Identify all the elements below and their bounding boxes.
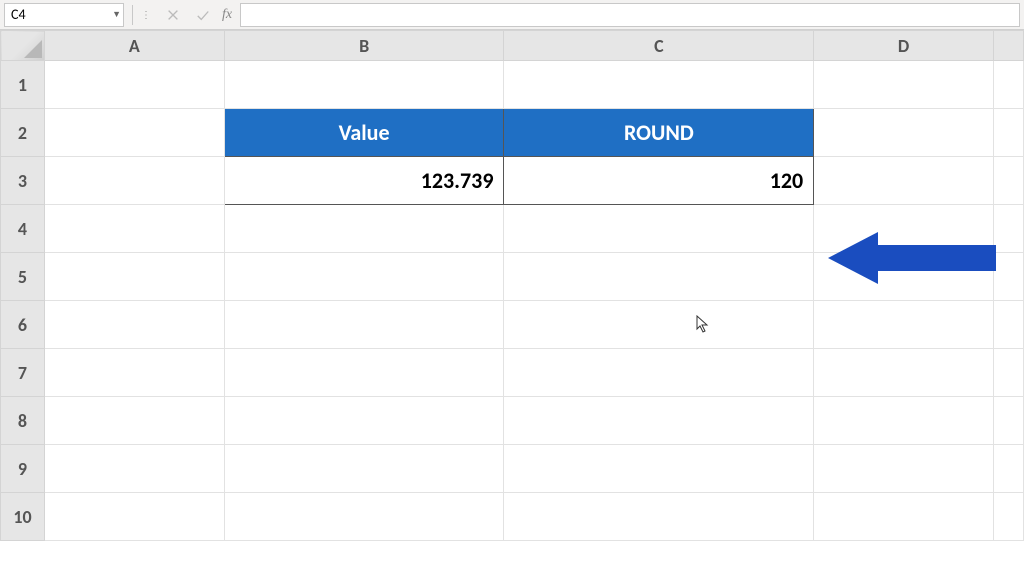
cell-E4[interactable] xyxy=(993,205,1023,253)
cell-D9[interactable] xyxy=(814,445,994,493)
check-icon xyxy=(196,8,210,22)
cell-D6[interactable] xyxy=(814,301,994,349)
col-header-B[interactable]: B xyxy=(224,31,504,61)
cell-E5[interactable] xyxy=(993,253,1023,301)
col-header-C[interactable]: C xyxy=(504,31,814,61)
cell-D2[interactable] xyxy=(814,109,994,157)
col-header-E[interactable] xyxy=(993,31,1023,61)
cell-E2[interactable] xyxy=(993,109,1023,157)
x-icon xyxy=(166,8,180,22)
cell-D8[interactable] xyxy=(814,397,994,445)
cell-A6[interactable] xyxy=(44,301,224,349)
cancel-button[interactable] xyxy=(160,3,186,27)
cell-C5[interactable] xyxy=(504,253,814,301)
callout-arrow xyxy=(828,232,988,284)
formula-input[interactable] xyxy=(241,4,1019,26)
cell-C4[interactable] xyxy=(504,205,814,253)
cell-B5[interactable] xyxy=(224,253,504,301)
name-box-value: C4 xyxy=(11,6,26,23)
col-header-D[interactable]: D xyxy=(814,31,994,61)
cell-B9[interactable] xyxy=(224,445,504,493)
cell-A2[interactable] xyxy=(44,109,224,157)
cell-D10[interactable] xyxy=(814,493,994,541)
row-header-8[interactable]: 8 xyxy=(1,397,45,445)
cell-B3[interactable]: 123.739 xyxy=(224,157,504,205)
name-box[interactable]: C4 ▼ xyxy=(4,3,124,27)
cell-E8[interactable] xyxy=(993,397,1023,445)
cell-A4[interactable] xyxy=(44,205,224,253)
cell-C6[interactable] xyxy=(504,301,814,349)
cell-B2[interactable]: Value xyxy=(224,109,504,157)
cell-E1[interactable] xyxy=(993,61,1023,109)
name-box-dropdown-icon[interactable]: ▼ xyxy=(112,9,121,20)
cell-B6[interactable] xyxy=(224,301,504,349)
cell-D3[interactable] xyxy=(814,157,994,205)
col-header-A[interactable]: A xyxy=(44,31,224,61)
formula-input-wrap xyxy=(240,3,1020,27)
spreadsheet-grid[interactable]: A B C D 1 2 Value ROUND 3 123.739 120 xyxy=(0,30,1024,541)
cell-B4[interactable] xyxy=(224,205,504,253)
cell-A10[interactable] xyxy=(44,493,224,541)
fx-label[interactable]: fx xyxy=(222,7,232,23)
cell-C8[interactable] xyxy=(504,397,814,445)
row-header-5[interactable]: 5 xyxy=(1,253,45,301)
arrow-left-icon xyxy=(828,232,988,284)
cell-E6[interactable] xyxy=(993,301,1023,349)
row-header-9[interactable]: 9 xyxy=(1,445,45,493)
cell-B8[interactable] xyxy=(224,397,504,445)
cell-A3[interactable] xyxy=(44,157,224,205)
row-header-3[interactable]: 3 xyxy=(1,157,45,205)
cell-C9[interactable] xyxy=(504,445,814,493)
row-header-7[interactable]: 7 xyxy=(1,349,45,397)
formula-bar: C4 ▼ ⋮ fx xyxy=(0,0,1024,30)
cell-D1[interactable] xyxy=(814,61,994,109)
cell-C3[interactable]: 120 xyxy=(504,157,814,205)
select-all-corner[interactable] xyxy=(1,31,45,61)
cell-C7[interactable] xyxy=(504,349,814,397)
cell-B10[interactable] xyxy=(224,493,504,541)
cell-E7[interactable] xyxy=(993,349,1023,397)
cell-C1[interactable] xyxy=(504,61,814,109)
cell-B1[interactable] xyxy=(224,61,504,109)
cell-E3[interactable] xyxy=(993,157,1023,205)
cell-B7[interactable] xyxy=(224,349,504,397)
row-header-10[interactable]: 10 xyxy=(1,493,45,541)
cell-C2[interactable]: ROUND xyxy=(504,109,814,157)
drag-handle-icon: ⋮ xyxy=(141,8,152,21)
cell-A1[interactable] xyxy=(44,61,224,109)
divider xyxy=(132,5,133,25)
cell-E10[interactable] xyxy=(993,493,1023,541)
cell-D7[interactable] xyxy=(814,349,994,397)
enter-button[interactable] xyxy=(190,3,216,27)
cell-A8[interactable] xyxy=(44,397,224,445)
row-header-1[interactable]: 1 xyxy=(1,61,45,109)
cell-E9[interactable] xyxy=(993,445,1023,493)
row-header-4[interactable]: 4 xyxy=(1,205,45,253)
row-header-6[interactable]: 6 xyxy=(1,301,45,349)
cell-A9[interactable] xyxy=(44,445,224,493)
row-header-2[interactable]: 2 xyxy=(1,109,45,157)
cell-C10[interactable] xyxy=(504,493,814,541)
cell-A7[interactable] xyxy=(44,349,224,397)
cell-A5[interactable] xyxy=(44,253,224,301)
